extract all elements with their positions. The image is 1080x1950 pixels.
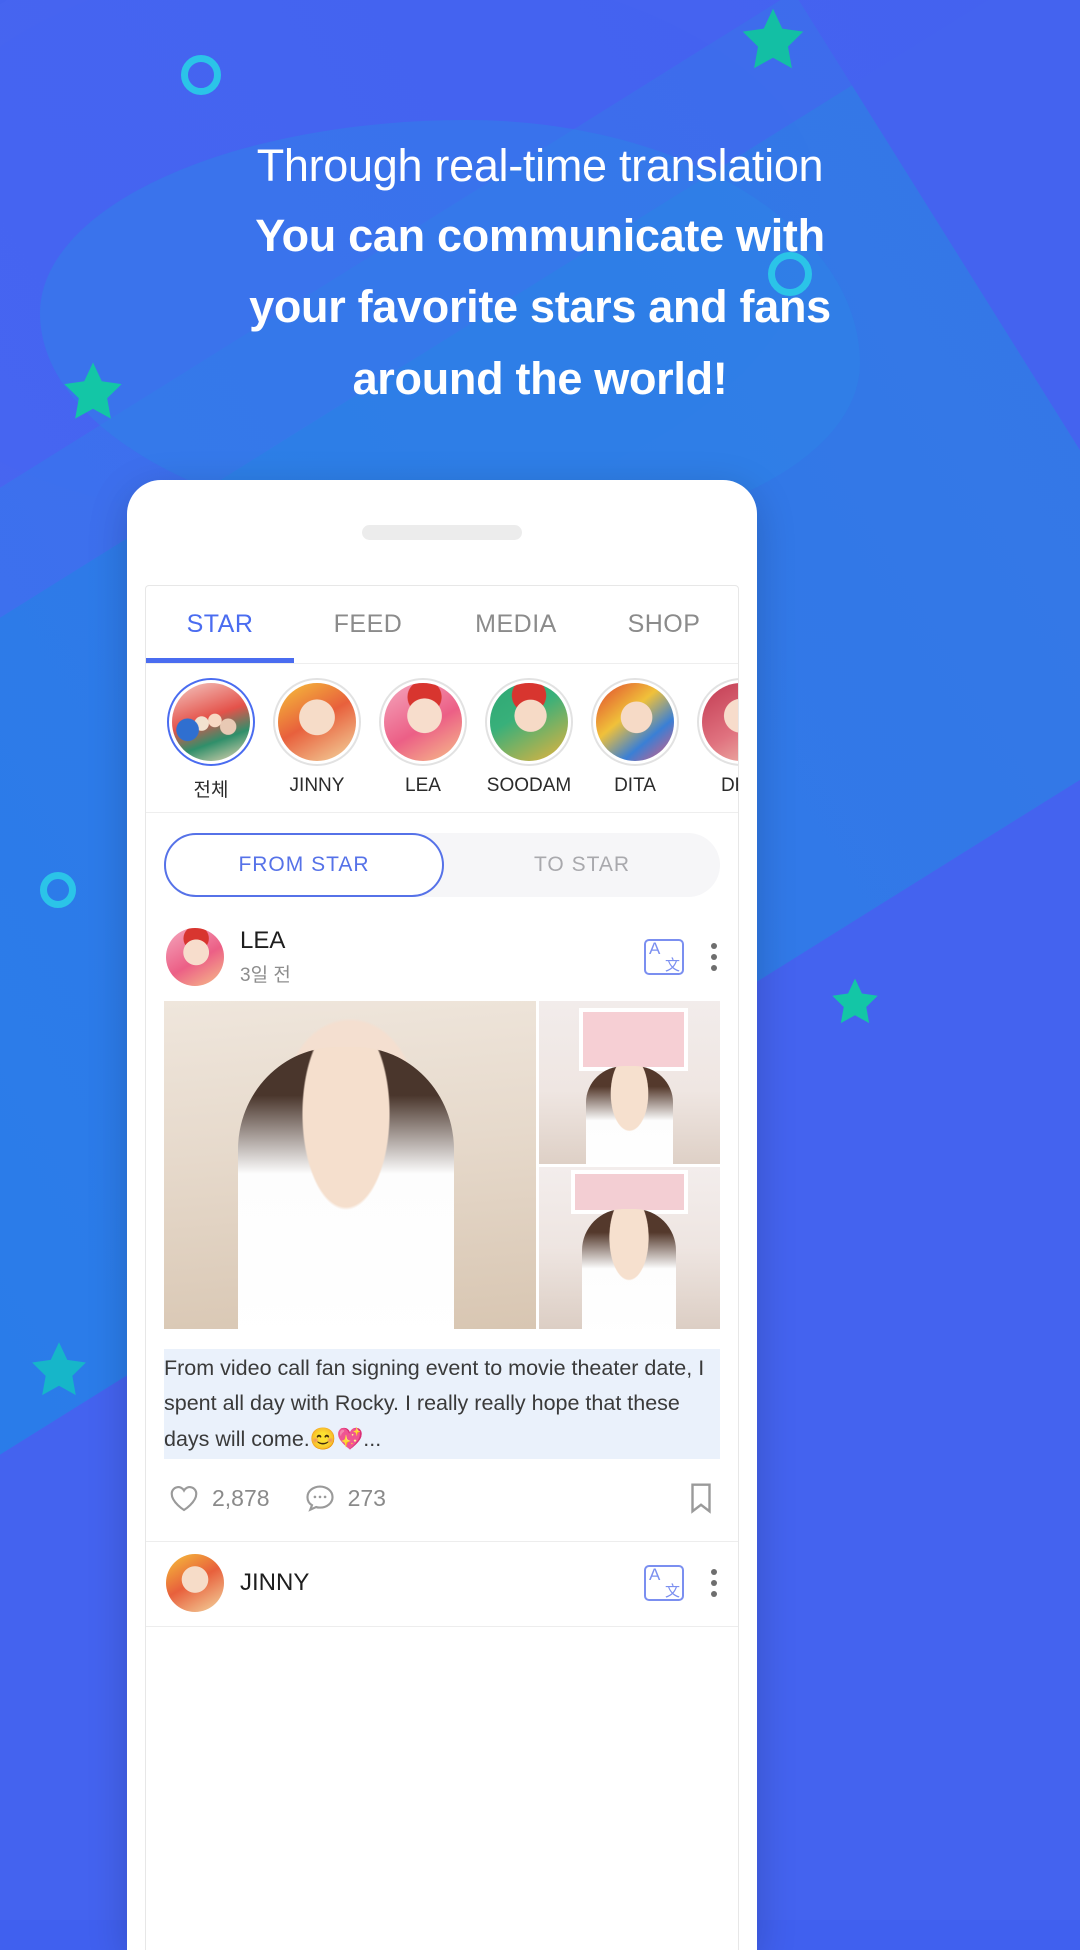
story-label: LEA xyxy=(405,775,441,796)
headline-line-3: your favorite stars and fans xyxy=(249,281,831,333)
post-caption: From video call fan signing event to mov… xyxy=(164,1349,720,1460)
bookmark-icon xyxy=(691,1483,711,1515)
circle-decoration-3 xyxy=(40,872,76,908)
tab-star-label: STAR xyxy=(186,610,254,638)
headline-line-1: Through real-time translation xyxy=(256,140,824,191)
story-item-dita[interactable]: DITA xyxy=(582,678,688,802)
story-label: DEN xyxy=(720,775,738,796)
post-author-name: JINNY xyxy=(240,1569,310,1597)
story-avatar-image xyxy=(172,683,250,761)
story-avatar-ring xyxy=(697,678,738,766)
bookmark-control[interactable] xyxy=(686,1481,716,1515)
phone-mockup: STAR FEED MEDIA SHOP 전체 JINNY LEA SOODAM… xyxy=(127,480,757,1950)
tab-shop[interactable]: SHOP xyxy=(590,586,738,663)
phone-speaker-area xyxy=(127,480,757,585)
translate-icon[interactable] xyxy=(644,939,684,975)
story-item-all[interactable]: 전체 xyxy=(158,678,264,802)
tab-feed[interactable]: FEED xyxy=(294,586,442,663)
post-header: LEA 3일 전 xyxy=(146,915,738,1001)
tab-feed-label: FEED xyxy=(333,610,403,638)
segment-to-star[interactable]: TO STAR xyxy=(444,833,720,897)
story-label: DITA xyxy=(614,775,656,796)
story-avatar-ring xyxy=(591,678,679,766)
heart-icon xyxy=(170,1486,198,1512)
story-list[interactable]: 전체 JINNY LEA SOODAM DITA D xyxy=(146,664,738,813)
post-header: JINNY xyxy=(146,1542,738,1626)
story-item-denise[interactable]: DEN xyxy=(688,678,738,802)
more-options-icon[interactable] xyxy=(710,943,718,971)
comment-count: 273 xyxy=(347,1484,386,1511)
post-author-avatar[interactable] xyxy=(166,1554,224,1613)
star-decoration-1 xyxy=(736,4,810,76)
story-avatar-ring xyxy=(273,678,361,766)
phone-speaker-pill xyxy=(362,525,522,540)
star-decoration-3 xyxy=(827,975,883,1029)
segment-from-star[interactable]: FROM STAR xyxy=(164,833,444,897)
tab-shop-label: SHOP xyxy=(627,610,701,638)
post-image-secondary-2[interactable] xyxy=(538,1166,720,1329)
story-label: SOODAM xyxy=(486,775,572,796)
story-label: JINNY xyxy=(289,775,345,796)
headline-line-2: You can communicate with xyxy=(255,209,825,261)
translate-icon[interactable] xyxy=(644,1565,684,1602)
comment-control[interactable]: 273 xyxy=(304,1483,386,1513)
like-control[interactable]: 2,878 xyxy=(168,1483,270,1513)
comment-icon xyxy=(305,1485,334,1513)
story-avatar-image xyxy=(702,683,738,761)
filter-segmented-wrap: FROM STAR TO STAR xyxy=(146,813,738,915)
post-card: JINNY xyxy=(146,1542,738,1628)
post-card: LEA 3일 전 From video call fan signing eve… xyxy=(146,915,738,1543)
story-avatar-image xyxy=(596,683,674,761)
post-image-side-column xyxy=(538,1001,720,1329)
tab-star[interactable]: STAR xyxy=(146,586,294,663)
segment-to-star-label: TO STAR xyxy=(533,853,631,876)
story-avatar-image xyxy=(384,683,462,761)
more-options-icon[interactable] xyxy=(710,1569,718,1598)
post-author-name: LEA xyxy=(240,927,286,954)
like-count: 2,878 xyxy=(212,1484,270,1511)
story-item-lea[interactable]: LEA xyxy=(370,678,476,802)
story-item-soodam[interactable]: SOODAM xyxy=(476,678,582,802)
tab-media[interactable]: MEDIA xyxy=(442,586,590,663)
headline-line-4: around the world! xyxy=(352,353,728,405)
promo-headline: Through real-time translation You can co… xyxy=(0,134,1080,413)
segment-from-star-label: FROM STAR xyxy=(238,853,370,876)
story-label: 전체 xyxy=(193,780,229,801)
story-avatar-ring xyxy=(167,678,255,766)
post-image-grid[interactable] xyxy=(146,1001,738,1329)
post-author-avatar[interactable] xyxy=(166,928,224,986)
post-image-secondary-1[interactable] xyxy=(538,1001,720,1164)
app-screen: STAR FEED MEDIA SHOP 전체 JINNY LEA SOODAM… xyxy=(145,585,739,1950)
story-avatar-image xyxy=(490,683,568,761)
filter-segmented-control[interactable]: FROM STAR TO STAR xyxy=(164,833,720,897)
post-timestamp: 3일 전 xyxy=(240,965,291,986)
post-image-main[interactable] xyxy=(164,1001,536,1329)
post-author-meta: JINNY xyxy=(240,1569,644,1597)
story-avatar-ring xyxy=(379,678,467,766)
star-decoration-4 xyxy=(26,1338,92,1402)
post-engagement-bar: 2,878 273 xyxy=(146,1459,738,1541)
tab-bar: STAR FEED MEDIA SHOP xyxy=(146,586,738,664)
circle-decoration-1 xyxy=(181,55,221,95)
story-avatar-image xyxy=(278,683,356,761)
post-author-meta: LEA 3일 전 xyxy=(240,927,644,987)
story-avatar-ring xyxy=(485,678,573,766)
tab-media-label: MEDIA xyxy=(475,610,557,638)
story-item-jinny[interactable]: JINNY xyxy=(264,678,370,802)
